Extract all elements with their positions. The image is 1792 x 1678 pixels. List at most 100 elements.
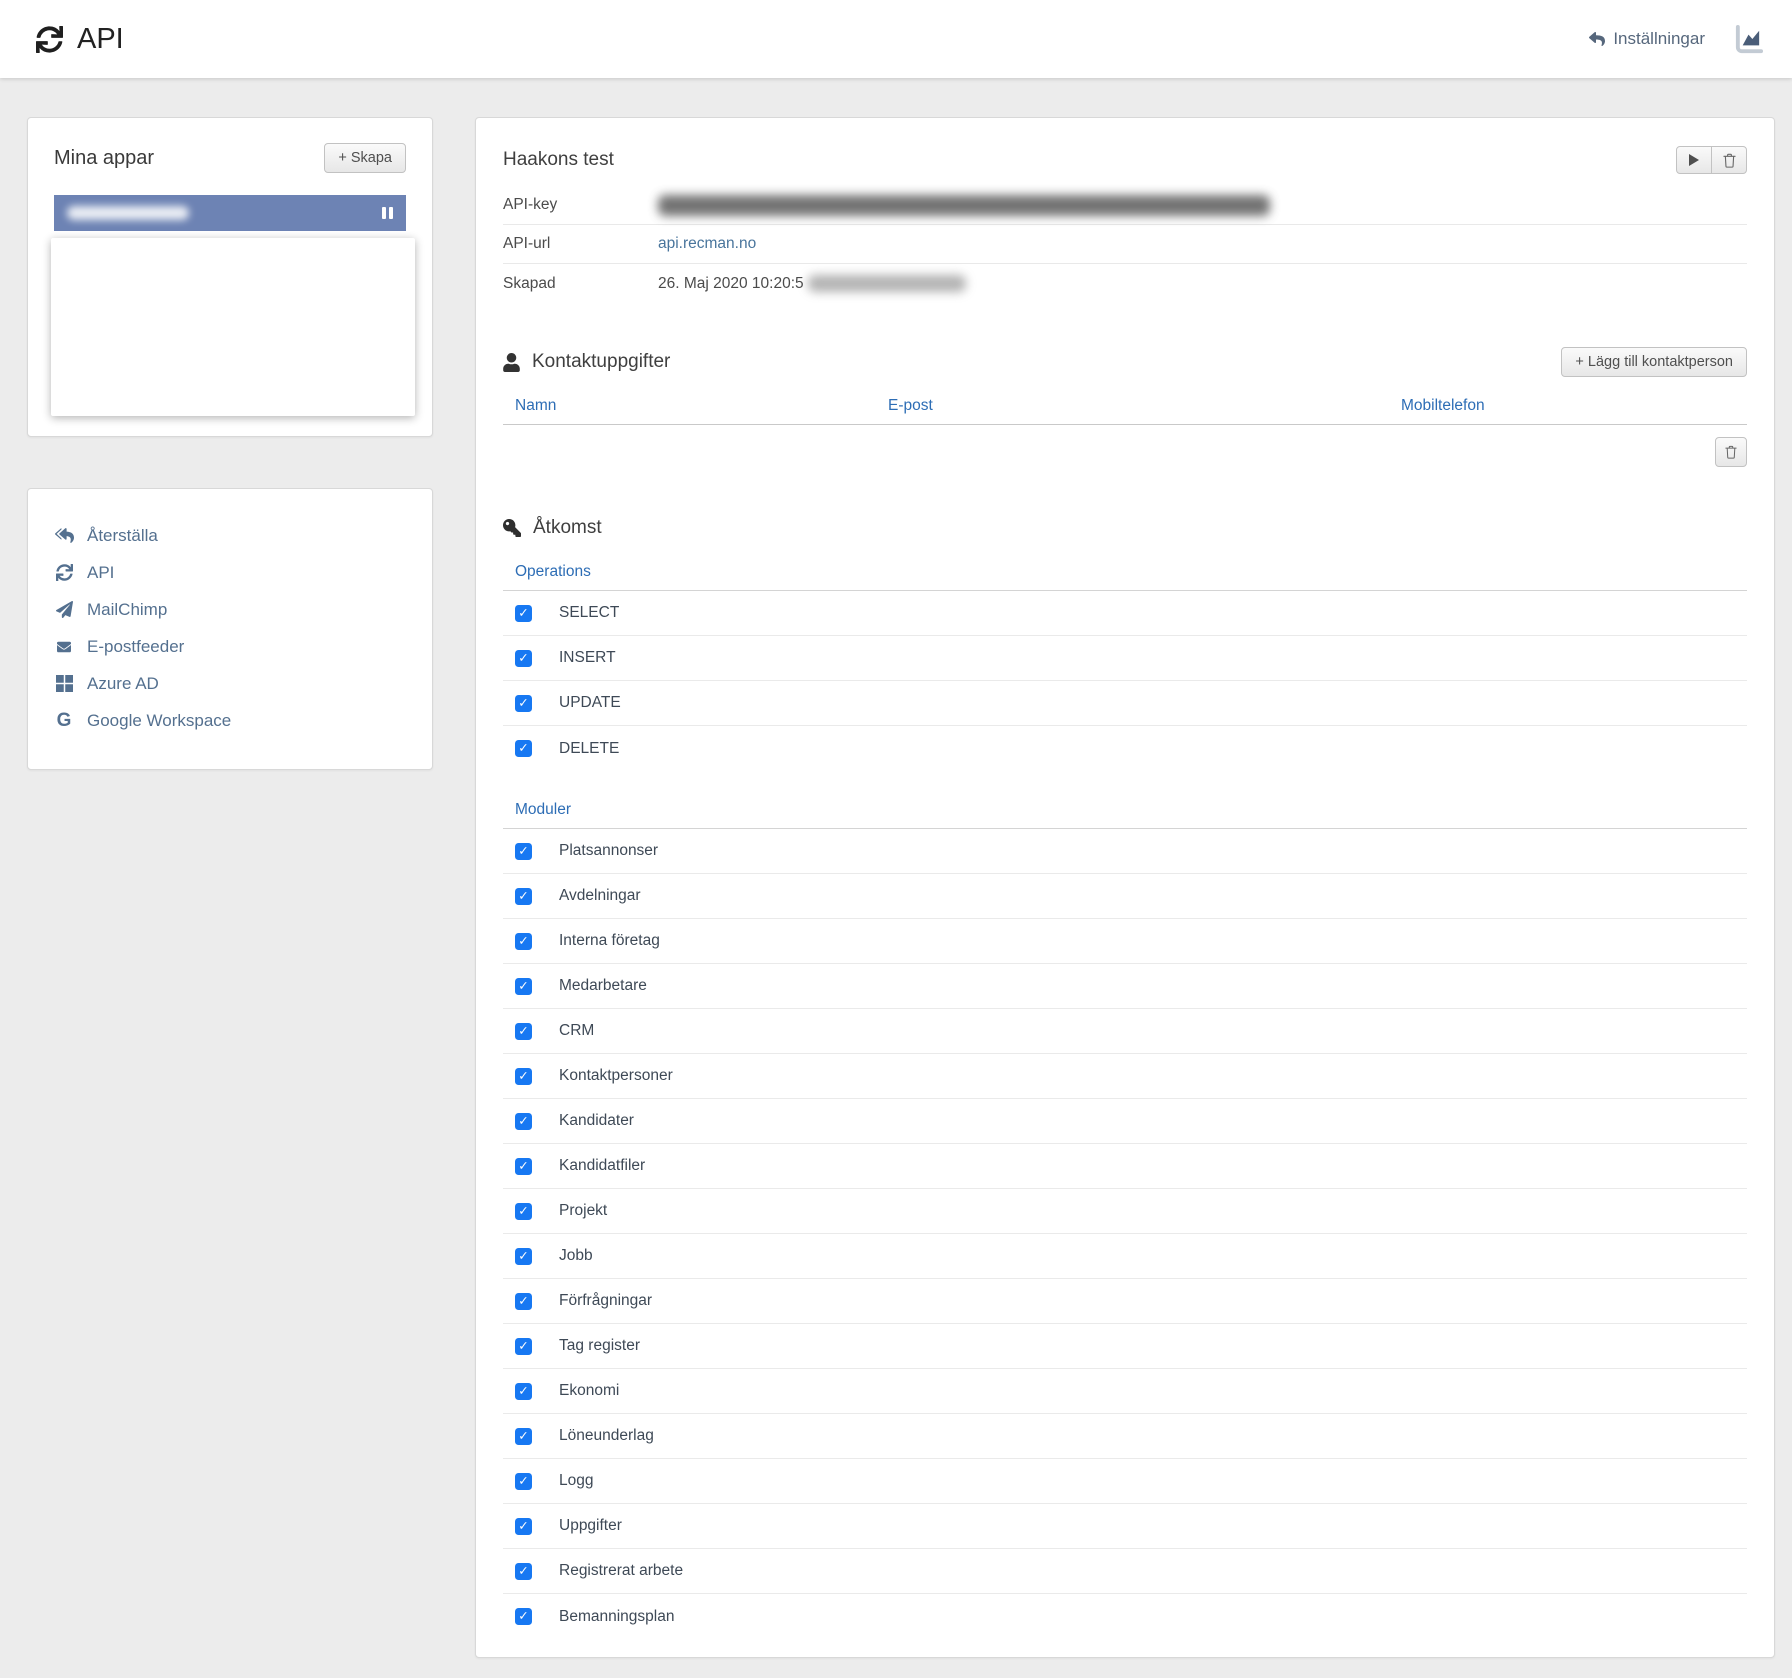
- module-row[interactable]: ✓ Förfrågningar: [503, 1279, 1747, 1324]
- checkbox-checked[interactable]: ✓: [515, 978, 532, 995]
- contacts-table: Namn E-post Mobiltelefon: [503, 397, 1747, 481]
- checkbox-checked[interactable]: ✓: [515, 1608, 532, 1625]
- operations-label: Operations: [503, 563, 1747, 591]
- module-row[interactable]: ✓ Platsannonser: [503, 829, 1747, 874]
- checkbox-checked[interactable]: ✓: [515, 1023, 532, 1040]
- created-value: 26. Maj 2020 10:20:5: [658, 275, 804, 293]
- checkbox-checked[interactable]: ✓: [515, 650, 532, 667]
- module-row[interactable]: ✓ Registrerat arbete: [503, 1549, 1747, 1594]
- detail-row-created: Skapad 26. Maj 2020 10:20:5: [503, 264, 1747, 303]
- module-row[interactable]: ✓Bemanningsplan: [503, 1594, 1747, 1639]
- checkbox-checked[interactable]: ✓: [515, 1383, 532, 1400]
- module-row[interactable]: ✓Medarbetare: [503, 964, 1747, 1009]
- checkbox-checked[interactable]: ✓: [515, 740, 532, 757]
- app-list-panel: [51, 238, 415, 416]
- module-row[interactable]: ✓ Ekonomi: [503, 1369, 1747, 1414]
- checkbox-checked[interactable]: ✓: [515, 1338, 532, 1355]
- module-row[interactable]: ✓ Jobb: [503, 1234, 1747, 1279]
- modules-label: Moduler: [503, 801, 1747, 829]
- trash-icon: [1725, 445, 1737, 459]
- sidebar-item-api[interactable]: API: [54, 554, 406, 591]
- checkbox-checked[interactable]: ✓: [515, 1113, 532, 1130]
- chart-icon[interactable]: [1733, 24, 1764, 55]
- sidebar-item-label: E-postfeeder: [87, 637, 184, 657]
- run-app-button[interactable]: [1676, 146, 1712, 174]
- contacts-section-title: Kontaktuppgifter: [532, 351, 670, 373]
- settings-label: Inställningar: [1613, 29, 1705, 49]
- module-label: Ekonomi: [559, 1382, 619, 1400]
- checkbox-checked[interactable]: ✓: [515, 605, 532, 622]
- access-section-title: Åtkomst: [533, 517, 602, 539]
- app-details-table: API-key API-url api.recman.no Skapad 26.…: [503, 186, 1747, 303]
- module-row[interactable]: ✓Interna företag: [503, 919, 1747, 964]
- page-title: API: [77, 23, 124, 56]
- module-label: Tag register: [559, 1337, 640, 1355]
- checkbox-checked[interactable]: ✓: [515, 1203, 532, 1220]
- module-label: Projekt: [559, 1202, 607, 1220]
- module-row[interactable]: ✓Avdelningar: [503, 874, 1747, 919]
- integrations-nav-card: Återställa API MailChimp E-postfeeder: [27, 488, 433, 770]
- pause-icon[interactable]: [382, 207, 393, 219]
- module-label: Förfrågningar: [559, 1292, 652, 1310]
- checkbox-checked[interactable]: ✓: [515, 1563, 532, 1580]
- module-label: Jobb: [559, 1247, 593, 1265]
- api-key-label: API-key: [503, 196, 658, 214]
- sidebar-item-google-workspace[interactable]: G Google Workspace: [54, 702, 406, 739]
- module-label: Platsannonser: [559, 842, 658, 860]
- my-apps-title: Mina appar: [54, 147, 154, 170]
- checkbox-checked[interactable]: ✓: [515, 888, 532, 905]
- checkbox-checked[interactable]: ✓: [515, 1158, 532, 1175]
- sidebar-item-aterstalla[interactable]: Återställa: [54, 517, 406, 554]
- operation-label: SELECT: [559, 604, 619, 622]
- delete-contact-button[interactable]: [1715, 437, 1747, 467]
- module-row[interactable]: ✓ Tag register: [503, 1324, 1747, 1369]
- sidebar-item-label: API: [87, 563, 114, 583]
- operation-row[interactable]: ✓ INSERT: [503, 636, 1747, 681]
- module-row[interactable]: ✓CRM: [503, 1009, 1747, 1054]
- module-row[interactable]: ✓Löneunderlag: [503, 1414, 1747, 1459]
- sidebar-item-azure-ad[interactable]: Azure AD: [54, 665, 406, 702]
- sync-icon: [36, 26, 63, 53]
- selected-app-row[interactable]: [54, 195, 406, 231]
- create-app-button[interactable]: + Skapa: [324, 143, 406, 173]
- google-icon: G: [54, 711, 74, 730]
- reply-icon: [1589, 31, 1605, 47]
- module-label: Kandidatfiler: [559, 1157, 645, 1175]
- checkbox-checked[interactable]: ✓: [515, 1248, 532, 1265]
- module-row[interactable]: ✓ Projekt: [503, 1189, 1747, 1234]
- module-row[interactable]: ✓ Kandidatfiler: [503, 1144, 1747, 1189]
- module-label: Uppgifter: [559, 1517, 622, 1535]
- key-icon: [503, 519, 521, 537]
- checkbox-checked[interactable]: ✓: [515, 1473, 532, 1490]
- module-row[interactable]: ✓ Uppgifter: [503, 1504, 1747, 1549]
- sidebar-item-label: Återställa: [87, 526, 158, 546]
- add-contact-button[interactable]: + Lägg till kontaktperson: [1561, 347, 1747, 377]
- operation-row[interactable]: ✓ DELETE: [503, 726, 1747, 771]
- sidebar-item-mailchimp[interactable]: MailChimp: [54, 591, 406, 628]
- module-row[interactable]: ✓Kandidater: [503, 1099, 1747, 1144]
- paper-plane-icon: [54, 601, 74, 618]
- module-label: Registrerat arbete: [559, 1562, 683, 1580]
- delete-app-button[interactable]: [1711, 146, 1747, 174]
- module-row[interactable]: ✓Logg: [503, 1459, 1747, 1504]
- api-url-link[interactable]: api.recman.no: [658, 235, 756, 253]
- checkbox-checked[interactable]: ✓: [515, 843, 532, 860]
- operation-row[interactable]: ✓ UPDATE: [503, 681, 1747, 726]
- detail-row-api-url: API-url api.recman.no: [503, 225, 1747, 264]
- app-title: Haakons test: [503, 149, 614, 171]
- checkbox-checked[interactable]: ✓: [515, 1293, 532, 1310]
- app-actions: [1676, 146, 1747, 174]
- sidebar-item-epostfeeder[interactable]: E-postfeeder: [54, 628, 406, 665]
- my-apps-card: Mina appar + Skapa: [27, 117, 433, 437]
- checkbox-checked[interactable]: ✓: [515, 933, 532, 950]
- operation-row[interactable]: ✓ SELECT: [503, 591, 1747, 636]
- checkbox-checked[interactable]: ✓: [515, 1068, 532, 1085]
- module-row[interactable]: ✓Kontaktpersoner: [503, 1054, 1747, 1099]
- app-detail-card: Haakons test API-key API-url api.recman.…: [475, 117, 1775, 1658]
- user-icon: [503, 353, 520, 372]
- checkbox-checked[interactable]: ✓: [515, 695, 532, 712]
- sync-icon: [54, 564, 74, 581]
- checkbox-checked[interactable]: ✓: [515, 1518, 532, 1535]
- settings-link[interactable]: Inställningar: [1589, 29, 1705, 49]
- checkbox-checked[interactable]: ✓: [515, 1428, 532, 1445]
